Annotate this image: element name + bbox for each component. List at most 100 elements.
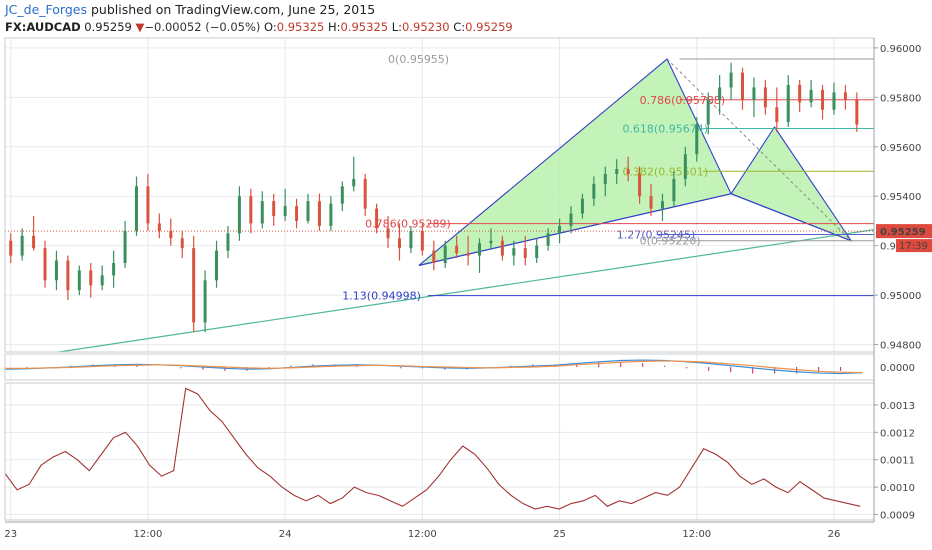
candle-body [615, 169, 619, 174]
time-tick-label: 26 [828, 529, 841, 540]
candle-body [706, 99, 710, 125]
candle-body [54, 260, 58, 281]
fib-level-label: 0.786(0.95788) [640, 94, 726, 107]
candle-body [729, 72, 733, 88]
candle-body [832, 92, 836, 110]
candle-body [66, 260, 70, 291]
candle-body [855, 99, 859, 125]
price-tick-label: 0.94800 [880, 341, 921, 352]
candle-body [843, 92, 847, 100]
candle-body [500, 240, 504, 256]
candle-body [397, 238, 401, 249]
time-tick-label: 12:00 [682, 529, 711, 540]
candle-body [672, 178, 676, 202]
candle-body [134, 186, 138, 231]
candle-body [123, 230, 127, 263]
candle-body [317, 201, 321, 226]
candle-body [237, 196, 241, 234]
candle-body [249, 196, 253, 224]
candle-body [215, 250, 219, 281]
candle-body [741, 72, 745, 100]
candle-body [660, 201, 664, 209]
candle-body [272, 201, 276, 217]
candle-body [146, 186, 150, 224]
candle-body [112, 262, 116, 276]
time-tick-label: 24 [279, 529, 292, 540]
candle-body [638, 173, 642, 197]
time-tick-label: 25 [553, 529, 566, 540]
candle-body [569, 213, 573, 226]
price-tick-label: 0.95000 [880, 291, 921, 302]
candle-body [352, 178, 356, 187]
candle-body [466, 253, 470, 256]
countdown-text: 17:39 [899, 241, 928, 252]
candle-body [20, 235, 24, 256]
price-tick-label: 0.95800 [880, 93, 921, 104]
candle-body [180, 238, 184, 249]
candle-body [649, 196, 653, 209]
candle-body [432, 250, 436, 263]
candle-body [763, 87, 767, 108]
candle-body [9, 240, 13, 256]
candle-body [489, 240, 493, 244]
candle-body [546, 233, 550, 246]
last-price-badge-text: 0.95259 [880, 227, 926, 238]
lower-tick-label: 0.0011 [880, 456, 915, 467]
candle-body [363, 178, 367, 209]
candle-body [786, 84, 790, 123]
candle-body [157, 223, 161, 231]
candle-body [558, 225, 562, 234]
macd-tick-label: 0.0000 [880, 363, 915, 374]
candle-body [169, 230, 173, 239]
candle-body [821, 89, 825, 110]
candle-body [683, 154, 687, 179]
candle-body [409, 230, 413, 249]
lower-indicator-line [4, 387, 861, 510]
candle-body [752, 87, 756, 100]
candle-body [798, 84, 802, 103]
candle-body [455, 245, 459, 254]
candle-body [43, 248, 47, 281]
harmonic-pattern[interactable] [58, 58, 875, 353]
price-tick-label: 0.96000 [880, 44, 921, 55]
axes: 0.960000.958000.956000.954000.952000.950… [4, 44, 932, 540]
lower-tick-label: 0.0009 [880, 511, 915, 522]
candle-body [478, 243, 482, 256]
candle-body [603, 173, 607, 184]
fib-level-label: 0.382(0.95501) [622, 165, 708, 178]
candle-body [580, 198, 584, 214]
time-tick-label: 12:00 [134, 529, 163, 540]
candle-body [100, 275, 104, 286]
candle-body [386, 228, 390, 239]
candle-body [283, 206, 287, 217]
candle-body [260, 201, 264, 224]
candle-body [77, 270, 81, 291]
candle-body [192, 248, 196, 323]
candle-body [226, 233, 230, 251]
candlesticks [9, 62, 859, 333]
candle-body [535, 245, 539, 259]
candle-body [809, 89, 813, 103]
lower-tick-label: 0.0010 [880, 483, 915, 494]
candle-body [626, 169, 630, 174]
signal-line [5, 360, 863, 374]
pane-frames [4, 37, 875, 523]
candle-body [375, 208, 379, 229]
candle-body [329, 203, 333, 226]
candle-body [523, 248, 527, 259]
candle-body [89, 270, 93, 286]
fib-level-label: 1.13(0.94998) [342, 290, 421, 303]
time-tick-label: 12:00 [408, 529, 437, 540]
candle-body [340, 186, 344, 204]
candle-body [295, 206, 299, 221]
chart-canvas[interactable]: 0(0.95955) 0.786(0.95788) 0.618(0.95674) 0.… [0, 0, 932, 550]
candle-body [306, 201, 310, 221]
candle-body [695, 124, 699, 155]
fib-level-label: 0(0.95955) [388, 53, 449, 66]
candle-body [443, 245, 447, 263]
lower-tick-label: 0.0013 [880, 401, 915, 412]
candle-body [718, 87, 722, 100]
candle-body [775, 107, 779, 123]
candle-body [512, 248, 516, 256]
time-tick-label: 23 [4, 529, 17, 540]
